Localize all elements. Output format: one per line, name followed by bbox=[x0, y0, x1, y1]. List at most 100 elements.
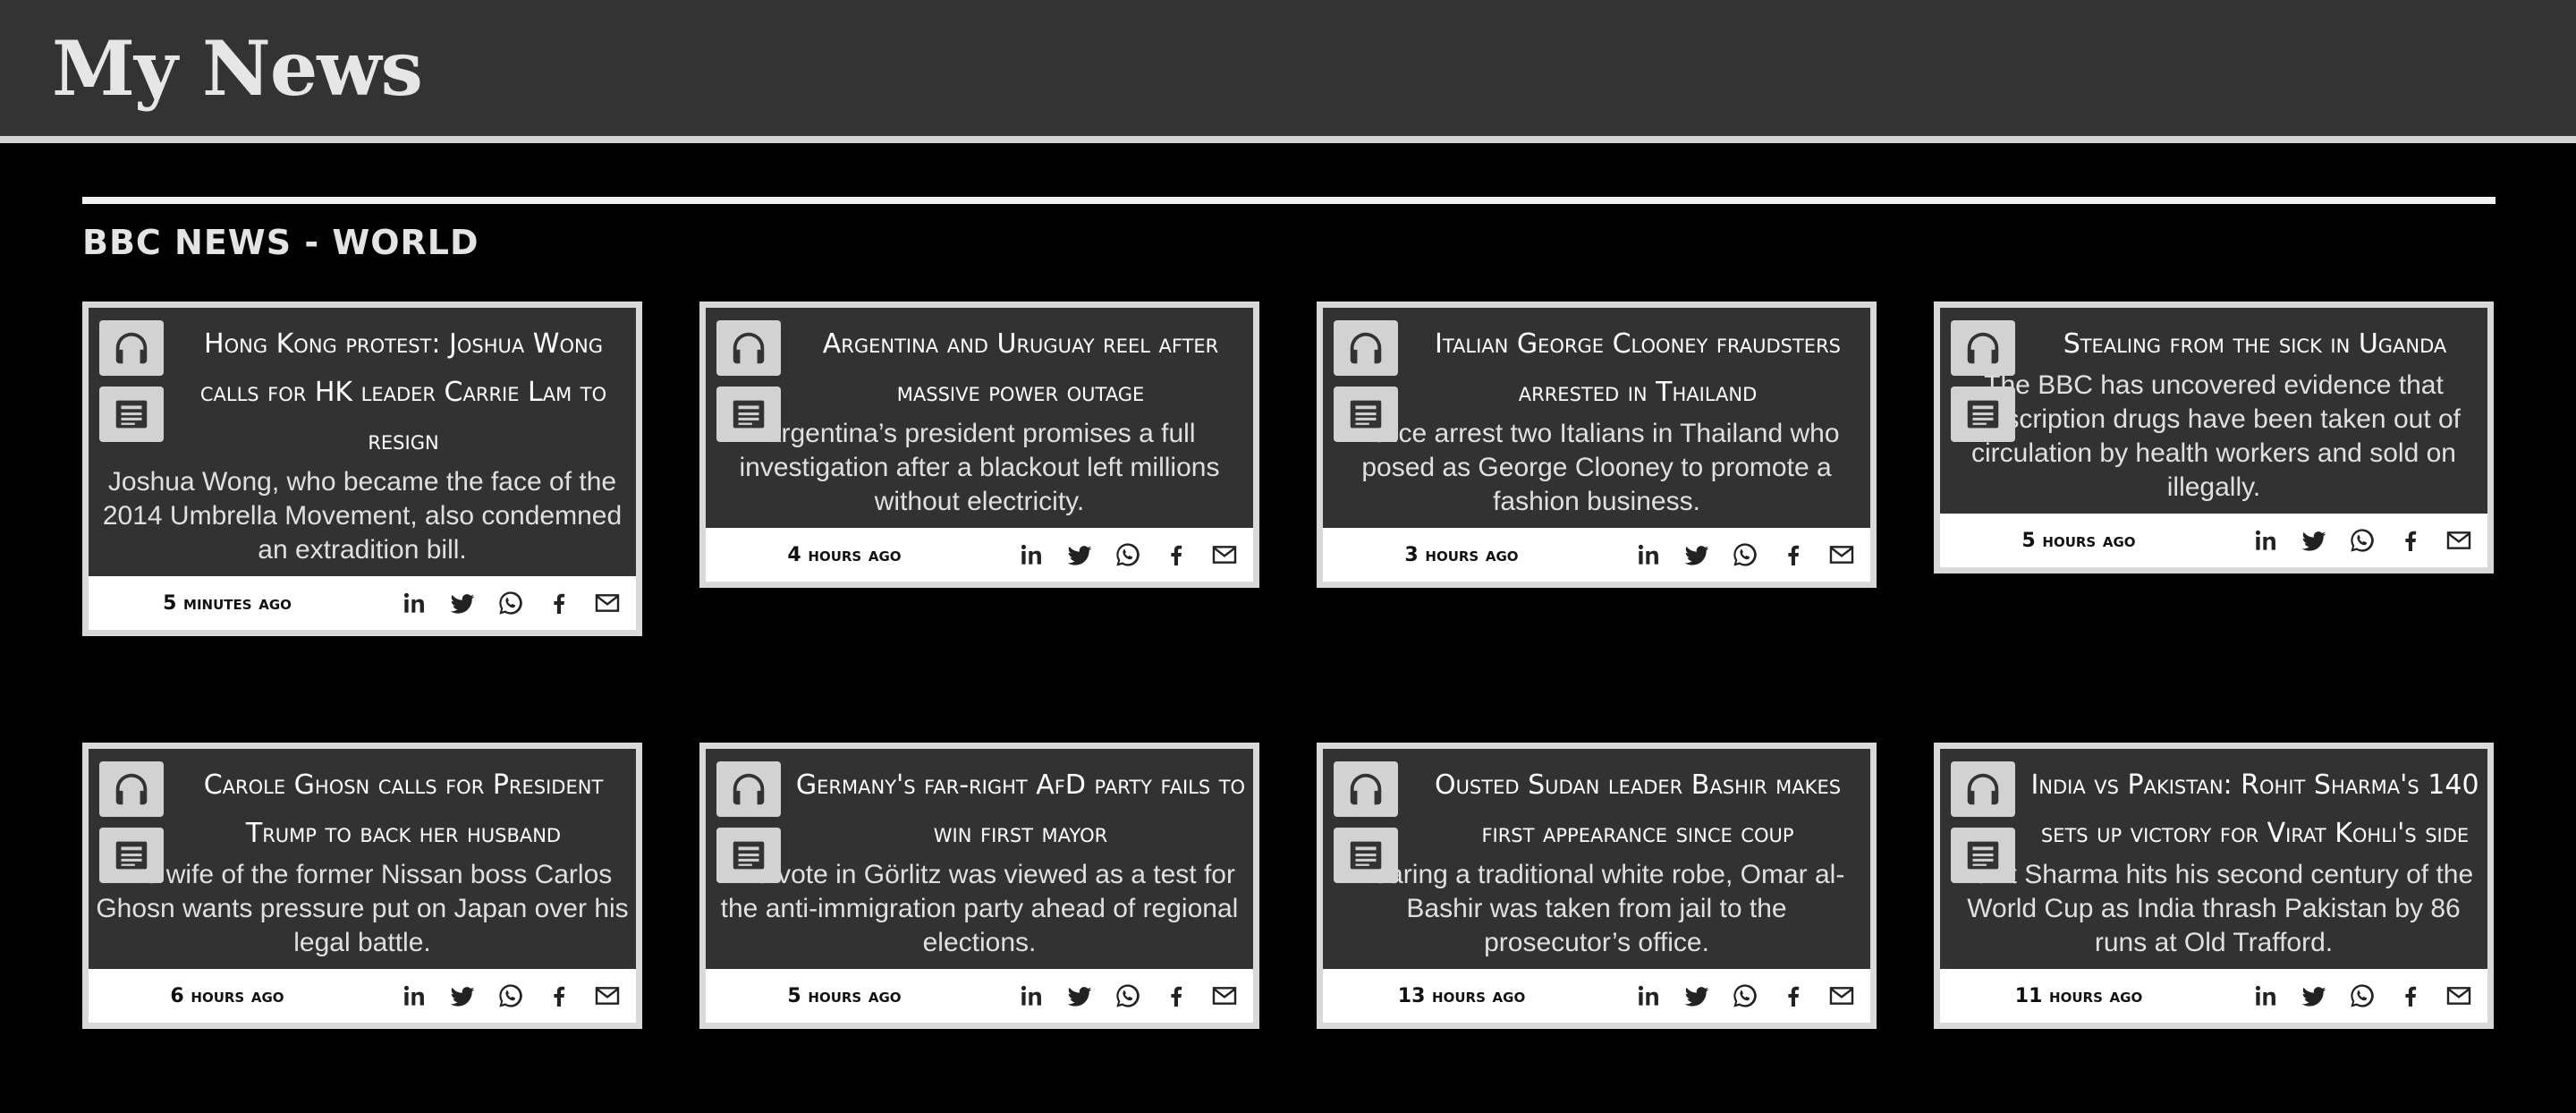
email-icon[interactable] bbox=[1208, 539, 1241, 571]
linkedin-icon[interactable] bbox=[1632, 539, 1665, 571]
linkedin-icon[interactable] bbox=[1015, 539, 1047, 571]
newspaper-icon[interactable] bbox=[1334, 387, 1398, 442]
card-body: Carole Ghosn calls for President Trump t… bbox=[89, 749, 636, 969]
news-card[interactable]: Hong Kong protest: Joshua Wong calls for… bbox=[82, 302, 642, 636]
article-summary: Argentina’s president promises a full in… bbox=[739, 419, 1220, 516]
article-summary: The vote in Görlitz was viewed as a test… bbox=[720, 860, 1239, 957]
article-summary: Rohit Sharma hits his second century of … bbox=[1953, 860, 2474, 957]
app-header: My News bbox=[0, 0, 2576, 143]
newspaper-icon[interactable] bbox=[1951, 828, 2015, 883]
news-card[interactable]: Carole Ghosn calls for President Trump t… bbox=[82, 743, 642, 1029]
headphones-icon[interactable] bbox=[1334, 761, 1398, 817]
twitter-icon[interactable] bbox=[2298, 980, 2330, 1012]
card-footer: 4 hours ago bbox=[706, 528, 1253, 582]
linkedin-icon[interactable] bbox=[2250, 980, 2282, 1012]
headphones-icon[interactable] bbox=[1951, 320, 2015, 376]
email-icon[interactable] bbox=[1208, 980, 1241, 1012]
facebook-icon[interactable] bbox=[1160, 980, 1192, 1012]
news-card[interactable]: Germany's far-right AfD party fails to w… bbox=[699, 743, 1259, 1029]
article-title[interactable]: Carole Ghosn calls for President Trump t… bbox=[178, 761, 629, 858]
twitter-icon[interactable] bbox=[1063, 539, 1096, 571]
twitter-icon[interactable] bbox=[446, 587, 479, 619]
card-actions bbox=[1334, 761, 1398, 894]
linkedin-icon[interactable] bbox=[398, 587, 430, 619]
whatsapp-icon[interactable] bbox=[2346, 980, 2378, 1012]
email-icon[interactable] bbox=[591, 587, 623, 619]
article-title[interactable]: Argentina and Uruguay reel after massive… bbox=[795, 320, 1246, 417]
email-icon[interactable] bbox=[1826, 980, 1858, 1012]
linkedin-icon[interactable] bbox=[398, 980, 430, 1012]
article-time: 5 hours ago bbox=[787, 984, 902, 1007]
whatsapp-icon[interactable] bbox=[1729, 539, 1761, 571]
newspaper-icon[interactable] bbox=[99, 828, 164, 883]
news-card[interactable]: Argentina and Uruguay reel after massive… bbox=[699, 302, 1259, 588]
article-title[interactable]: Germany's far-right AfD party fails to w… bbox=[795, 761, 1246, 858]
whatsapp-icon[interactable] bbox=[495, 587, 527, 619]
headphones-icon[interactable] bbox=[1951, 761, 2015, 817]
card-footer: 3 hours ago bbox=[1323, 528, 1870, 582]
whatsapp-icon[interactable] bbox=[1112, 539, 1144, 571]
card-actions bbox=[716, 320, 781, 453]
share-icons bbox=[2250, 524, 2475, 556]
article-title[interactable]: Italian George Clooney fraudsters arrest… bbox=[1412, 320, 1863, 417]
section-title: BBC News - World bbox=[82, 223, 479, 262]
newspaper-icon[interactable] bbox=[716, 828, 781, 883]
facebook-icon[interactable] bbox=[2394, 980, 2427, 1012]
article-time: 6 hours ago bbox=[170, 984, 284, 1007]
article-summary: Police arrest two Italians in Thailand w… bbox=[1353, 419, 1840, 516]
twitter-icon[interactable] bbox=[2298, 524, 2330, 556]
card-footer: 11 hours ago bbox=[1940, 969, 2487, 1023]
whatsapp-icon[interactable] bbox=[1729, 980, 1761, 1012]
headphones-icon[interactable] bbox=[99, 320, 164, 376]
email-icon[interactable] bbox=[2443, 524, 2475, 556]
news-card[interactable]: India vs Pakistan: Rohit Sharma's 140 se… bbox=[1934, 743, 2494, 1029]
twitter-icon[interactable] bbox=[446, 980, 479, 1012]
card-body: Argentina and Uruguay reel after massive… bbox=[706, 308, 1253, 528]
card-body: Germany's far-right AfD party fails to w… bbox=[706, 749, 1253, 969]
article-time: 11 hours ago bbox=[2014, 984, 2143, 1007]
news-card[interactable]: Italian George Clooney fraudsters arrest… bbox=[1317, 302, 1877, 588]
headphones-icon[interactable] bbox=[99, 761, 164, 817]
whatsapp-icon[interactable] bbox=[495, 980, 527, 1012]
article-title[interactable]: Hong Kong protest: Joshua Wong calls for… bbox=[178, 320, 629, 465]
facebook-icon[interactable] bbox=[1777, 980, 1809, 1012]
twitter-icon[interactable] bbox=[1681, 980, 1713, 1012]
news-card[interactable]: Ousted Sudan leader Bashir makes first a… bbox=[1317, 743, 1877, 1029]
facebook-icon[interactable] bbox=[543, 980, 575, 1012]
newspaper-icon[interactable] bbox=[1951, 387, 2015, 442]
article-title[interactable]: India vs Pakistan: Rohit Sharma's 140 se… bbox=[2029, 761, 2480, 858]
app-title: My News bbox=[52, 24, 423, 113]
headphones-icon[interactable] bbox=[1334, 320, 1398, 376]
email-icon[interactable] bbox=[2443, 980, 2475, 1012]
news-card[interactable]: Stealing from the sick in Uganda The BBC… bbox=[1934, 302, 2494, 573]
section-divider bbox=[82, 197, 2496, 204]
whatsapp-icon[interactable] bbox=[2346, 524, 2378, 556]
facebook-icon[interactable] bbox=[2394, 524, 2427, 556]
newspaper-icon[interactable] bbox=[1334, 828, 1398, 883]
article-title[interactable]: Ousted Sudan leader Bashir makes first a… bbox=[1412, 761, 1863, 858]
headphones-icon[interactable] bbox=[716, 761, 781, 817]
facebook-icon[interactable] bbox=[1777, 539, 1809, 571]
card-actions bbox=[1951, 761, 2015, 894]
article-title[interactable]: Stealing from the sick in Uganda bbox=[2029, 320, 2480, 369]
card-footer: 5 hours ago bbox=[1940, 514, 2487, 567]
headphones-icon[interactable] bbox=[716, 320, 781, 376]
linkedin-icon[interactable] bbox=[1015, 980, 1047, 1012]
email-icon[interactable] bbox=[1826, 539, 1858, 571]
whatsapp-icon[interactable] bbox=[1112, 980, 1144, 1012]
email-icon[interactable] bbox=[591, 980, 623, 1012]
card-body: Hong Kong protest: Joshua Wong calls for… bbox=[89, 308, 636, 576]
newspaper-icon[interactable] bbox=[99, 387, 164, 442]
newspaper-icon[interactable] bbox=[716, 387, 781, 442]
linkedin-icon[interactable] bbox=[1632, 980, 1665, 1012]
twitter-icon[interactable] bbox=[1063, 980, 1096, 1012]
card-footer: 5 minutes ago bbox=[89, 576, 636, 630]
linkedin-icon[interactable] bbox=[2250, 524, 2282, 556]
share-icons bbox=[398, 980, 623, 1012]
facebook-icon[interactable] bbox=[543, 587, 575, 619]
article-time: 13 hours ago bbox=[1397, 984, 1526, 1007]
share-icons bbox=[1632, 980, 1858, 1012]
twitter-icon[interactable] bbox=[1681, 539, 1713, 571]
facebook-icon[interactable] bbox=[1160, 539, 1192, 571]
card-actions bbox=[1334, 320, 1398, 453]
